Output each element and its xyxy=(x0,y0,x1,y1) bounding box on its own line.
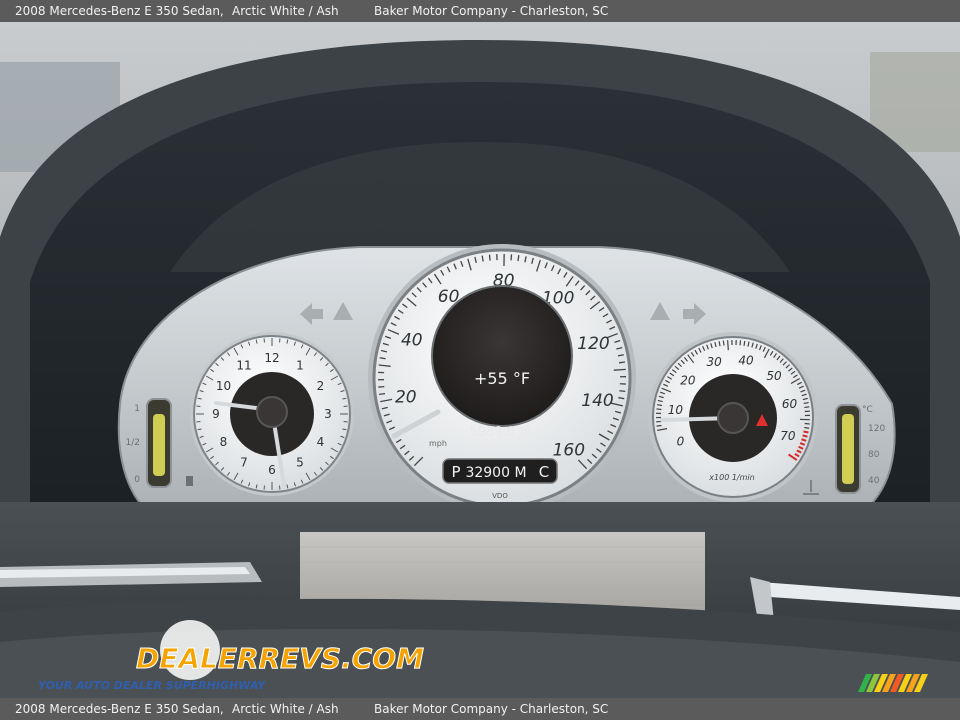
gauge-brand: VDO xyxy=(492,492,508,500)
temp-label-40: 40 xyxy=(868,476,880,486)
speed-tick xyxy=(488,254,491,261)
tach-number: 60 xyxy=(782,397,798,411)
tach-number: 40 xyxy=(738,353,754,367)
dashboard-photo: 1 1/2 0 °C 120 80 40 12 1 2 3 4 5 6 7 8 9 10 11 20 4… xyxy=(0,22,960,698)
caption-colors-bottom: Arctic White / Ash xyxy=(232,702,339,716)
clock-number: 9 xyxy=(212,407,220,421)
tach-number: 0 xyxy=(677,435,685,449)
tach-number: 50 xyxy=(766,369,782,383)
speedometer: 20406080100120140160 +55 °F 5989.0 M mph… xyxy=(368,244,636,512)
tachometer: 0 10 20 30 40 5060 70 x100 1/min xyxy=(648,332,818,502)
coolant-level-bar xyxy=(842,414,854,484)
caption-bar-bottom: 2008 Mercedes-Benz E 350 Sedan, Arctic W… xyxy=(0,698,960,720)
odometer-suffix: C xyxy=(539,463,549,481)
clock-number: 2 xyxy=(317,379,325,393)
temp-label-120: 120 xyxy=(868,424,885,434)
speed-tick xyxy=(379,392,386,396)
caption-vehicle: 2008 Mercedes-Benz E 350 Sedan, xyxy=(15,4,224,18)
clock-number: 5 xyxy=(296,455,304,469)
tach-tick xyxy=(722,340,725,346)
fuel-pump-icon xyxy=(186,476,193,486)
speed-number: 20 xyxy=(395,388,417,408)
tach-number: 20 xyxy=(680,373,696,387)
speed-tick xyxy=(613,368,626,371)
clock-number: 1 xyxy=(296,359,304,373)
tach-tick xyxy=(804,426,810,429)
temp-label-80: 80 xyxy=(868,450,880,460)
logo-tagline: YOUR AUTO DEALER SUPERHIGHWAY xyxy=(38,679,266,692)
clock-number: 7 xyxy=(240,455,248,469)
tach-tick xyxy=(656,424,662,427)
tach-tick xyxy=(802,434,808,438)
tach-number: 10 xyxy=(668,403,684,417)
clock-number: 3 xyxy=(324,407,332,421)
tach-number: 30 xyxy=(706,355,722,369)
fuel-level-bar xyxy=(153,414,165,476)
tach-tick xyxy=(803,430,809,434)
trip-odometer: 5989.0 M xyxy=(470,425,531,440)
speed-number: 160 xyxy=(553,441,585,461)
tach-tick xyxy=(727,340,729,351)
outside-temperature: +55 °F xyxy=(474,369,530,388)
speed-number: 140 xyxy=(581,391,613,411)
speed-tick xyxy=(619,390,626,393)
caption-dealer: Baker Motor Company - Charleston, SC xyxy=(374,4,609,18)
caption-bar-top: 2008 Mercedes-Benz E 350 Sedan, Arctic W… xyxy=(0,0,960,22)
caption-dealer-bottom: Baker Motor Company - Charleston, SC xyxy=(374,702,609,716)
caption-vehicle-bottom: 2008 Mercedes-Benz E 350 Sedan, xyxy=(15,702,224,716)
temp-label-unit: °C xyxy=(862,405,873,415)
speed-tick xyxy=(517,255,520,262)
logo-wordmark: DEALERREVS.COM xyxy=(136,642,424,675)
speed-number: 40 xyxy=(401,331,423,351)
tach-tick xyxy=(656,404,663,407)
clock-number: 12 xyxy=(264,351,279,365)
gear-indicator: P xyxy=(451,463,460,481)
tach-number: 70 xyxy=(780,429,796,443)
clock-number: 10 xyxy=(216,379,231,393)
clock-number: 6 xyxy=(268,463,276,477)
clock-number: 4 xyxy=(317,435,325,449)
odometer-reading: 32900 M xyxy=(465,465,526,481)
tach-unit: x100 1/min xyxy=(708,473,754,482)
clock-number: 11 xyxy=(236,359,251,373)
fuel-label-full: 1 xyxy=(134,404,140,414)
fuel-label-empty: 0 xyxy=(134,475,140,485)
tach-tick xyxy=(743,340,746,346)
speed-number: 120 xyxy=(577,334,609,354)
caption-colors: Arctic White / Ash xyxy=(232,4,339,18)
tach-tick xyxy=(804,406,810,409)
speed-unit: mph xyxy=(429,439,447,448)
speed-tick xyxy=(618,361,626,364)
analog-clock: 12 12 3 45 6 789 10 11 xyxy=(190,332,354,496)
clock-number: 8 xyxy=(220,435,228,449)
clock-hub xyxy=(256,396,288,428)
fuel-label-half: 1/2 xyxy=(126,438,140,448)
tach-tick xyxy=(656,408,662,411)
